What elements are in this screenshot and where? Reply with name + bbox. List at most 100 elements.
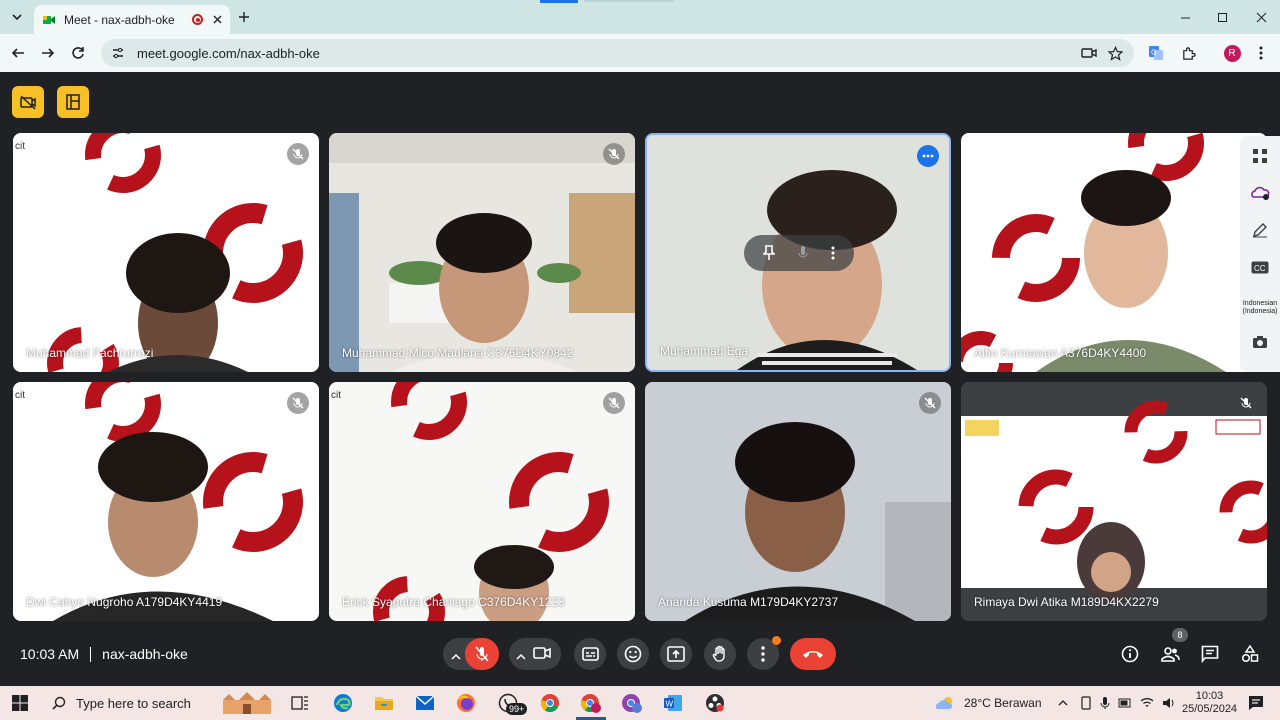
participant-tile[interactable]: cit Dwi Cahyo Nugroho A179D4KY4419 [13, 382, 319, 621]
microphone-off-button[interactable] [465, 638, 499, 670]
pen-icon[interactable] [1250, 220, 1270, 240]
participant-name: Muhammad Ega [660, 344, 749, 358]
search-highlight-image[interactable] [218, 692, 276, 714]
participant-name: Dwi Cahyo Nugroho A179D4KY4419 [26, 595, 223, 609]
tab-search-button[interactable] [8, 8, 26, 26]
tile-hover-controls [744, 235, 854, 271]
chrome-profile-icon[interactable] [579, 692, 603, 714]
svg-text:cit: cit [15, 390, 25, 401]
site-info-icon[interactable] [111, 46, 125, 60]
browser-tab-bar: Meet - nax-adbh-oke [0, 0, 1280, 34]
people-button[interactable] [1154, 638, 1186, 670]
participant-tile[interactable]: Rimaya Dwi Atika M189D4KX2279 [961, 382, 1267, 621]
activities-shapes-icon [1241, 645, 1259, 663]
camera-on-button[interactable] [533, 646, 551, 665]
participant-tile-active[interactable]: Muhammad Ega [645, 133, 951, 372]
participant-tile[interactable]: Ananda Kusuma M179D4KY2737 [645, 382, 951, 621]
close-tab-icon[interactable] [213, 15, 222, 24]
tab-bar-highlight [540, 0, 578, 3]
present-screen-button[interactable] [660, 638, 692, 670]
browser-tab-meet[interactable]: Meet - nax-adbh-oke [34, 5, 230, 34]
end-call-icon [803, 651, 823, 658]
new-tab-button[interactable] [235, 8, 253, 26]
extension-camera-off-button[interactable] [12, 86, 44, 118]
pin-icon[interactable] [763, 245, 775, 261]
forward-button[interactable] [39, 44, 57, 62]
activities-button[interactable] [1234, 638, 1266, 670]
emoji-icon [624, 645, 642, 663]
weather-text: 28°C Berawan [964, 696, 1042, 710]
participant-tile[interactable]: Muhammad Mico Maulana C376D4KY0842 [329, 133, 635, 372]
grid-view-icon[interactable] [1250, 146, 1270, 166]
microphone-tray-icon[interactable] [1100, 696, 1110, 710]
chat-button[interactable] [1194, 638, 1226, 670]
mic-options-chevron-icon[interactable] [451, 648, 461, 666]
meeting-details-button[interactable] [1114, 638, 1146, 670]
participant-tile[interactable]: Alfin Kurniawan A376D4KY4400 [961, 133, 1267, 372]
word-icon[interactable]: W [661, 692, 685, 714]
meet-control-bar: 10:03 AM nax-adbh-oke [0, 622, 1280, 686]
closed-captions-icon [581, 647, 599, 661]
device-icon[interactable] [1080, 696, 1092, 710]
raise-hand-button[interactable] [704, 638, 736, 670]
more-options-button[interactable] [917, 145, 939, 167]
forward-arrow-icon [42, 48, 55, 58]
browser-toolbar: meet.google.com/nax-adbh-oke G R [0, 34, 1280, 72]
camera-in-use-icon[interactable] [1080, 44, 1098, 62]
extension-layout-button[interactable] [57, 86, 89, 118]
maximize-window-button[interactable] [1213, 8, 1231, 26]
windows-start-button[interactable] [8, 692, 32, 714]
whatsapp-icon[interactable]: 99+ [496, 692, 528, 715]
screenshot-camera-icon[interactable] [1250, 332, 1270, 352]
camera-options-chevron-icon[interactable] [516, 648, 526, 666]
extension-side-panel: CC Indonesian (Indonesia) [1240, 136, 1280, 372]
address-bar[interactable]: meet.google.com/nax-adbh-oke [101, 39, 1134, 67]
layout-panel-icon [66, 94, 80, 110]
extensions-puzzle-icon[interactable] [1179, 44, 1197, 62]
virtual-background-logo [961, 133, 1267, 372]
more-vert-icon [761, 646, 765, 662]
chrome-profile-2-icon[interactable] [620, 692, 644, 714]
search-placeholder: Type here to search [76, 695, 191, 711]
file-explorer-icon[interactable] [372, 692, 396, 714]
volume-icon[interactable] [1162, 697, 1176, 709]
more-options-button[interactable] [747, 636, 781, 670]
google-translate-icon[interactable]: G [1147, 44, 1165, 62]
leave-call-button[interactable] [790, 638, 836, 670]
office-background [329, 133, 635, 372]
back-button[interactable] [9, 44, 27, 62]
mute-participant-icon[interactable] [797, 245, 809, 261]
participant-name: Erick Syaputra Chaniago C376D4KY1223 [342, 595, 565, 609]
captions-cc-icon[interactable]: CC [1250, 257, 1270, 277]
show-hidden-icons-chevron-icon[interactable] [1058, 699, 1068, 707]
obs-recorder-icon[interactable] [703, 692, 727, 714]
participant-tile[interactable]: cit Muhammad Fachrurrozi [13, 133, 319, 372]
captions-button[interactable] [574, 638, 606, 670]
weather-cloud-icon[interactable] [1250, 183, 1270, 203]
mail-icon[interactable] [413, 692, 437, 714]
chrome-icon[interactable] [538, 692, 562, 714]
firefox-icon[interactable] [454, 692, 478, 714]
svg-text:cit: cit [15, 141, 25, 152]
browser-menu-icon[interactable] [1252, 44, 1270, 62]
wifi-icon[interactable] [1140, 697, 1154, 709]
virtual-background-logo: cit [329, 382, 635, 621]
reload-button[interactable] [69, 44, 87, 62]
close-window-button[interactable] [1252, 8, 1270, 26]
minimize-window-button[interactable] [1176, 8, 1194, 26]
muted-mic-icon [603, 392, 625, 414]
tab-title: Meet - nax-adbh-oke [64, 12, 175, 27]
edge-browser-icon[interactable] [331, 692, 355, 714]
participant-tile[interactable]: cit Erick Syaputra Chaniago C376D4KY1223 [329, 382, 635, 621]
profile-initial: R [1223, 44, 1241, 62]
weather-widget[interactable]: 28°C Berawan [934, 686, 1042, 720]
profile-avatar[interactable]: R [1223, 44, 1241, 62]
search-icon [52, 696, 66, 710]
reactions-button[interactable] [617, 638, 649, 670]
bookmark-star-icon[interactable] [1106, 44, 1124, 62]
task-view-icon[interactable] [288, 692, 312, 714]
notification-center-icon[interactable] [1244, 692, 1268, 714]
tile-more-icon[interactable] [831, 246, 835, 260]
battery-icon[interactable] [1118, 698, 1132, 708]
taskbar-clock[interactable]: 10:03 25/05/2024 [1182, 686, 1237, 720]
